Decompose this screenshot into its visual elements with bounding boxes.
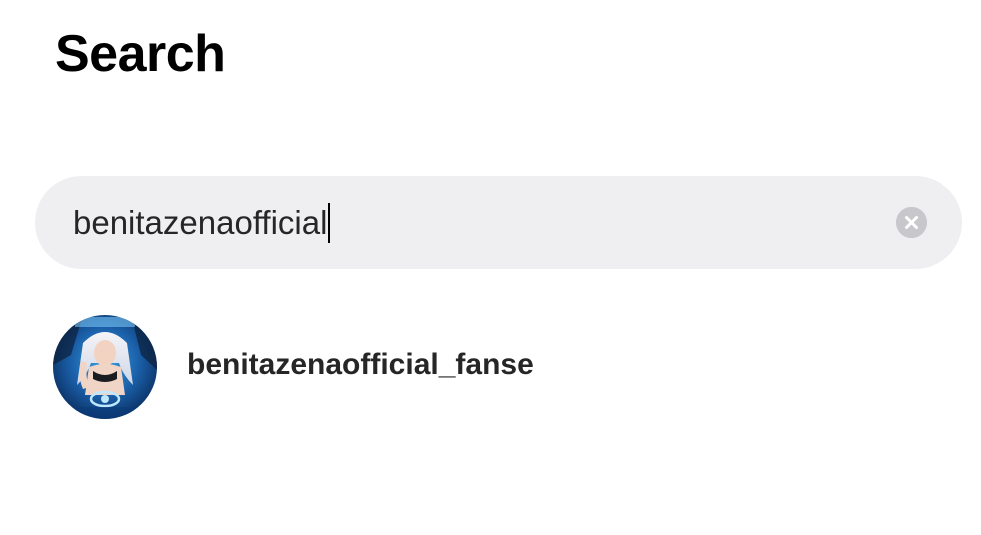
clear-search-button[interactable] [896, 207, 927, 238]
search-bar[interactable]: benitazenaofficial [35, 176, 962, 269]
search-panel: Search benitazenaofficial benitazenaoffi… [0, 0, 981, 535]
profile-picture-icon [53, 315, 157, 419]
text-caret [328, 203, 331, 244]
search-input[interactable]: benitazenaofficial [73, 176, 331, 269]
result-username[interactable]: benitazenaofficial_fanse [187, 348, 534, 382]
search-input-value: benitazenaofficial [73, 204, 328, 241]
search-result-item[interactable]: benitazenaofficial_fanse [53, 315, 933, 419]
avatar[interactable] [53, 315, 157, 419]
clear-circle-icon [896, 207, 927, 238]
page-title: Search [55, 25, 226, 83]
